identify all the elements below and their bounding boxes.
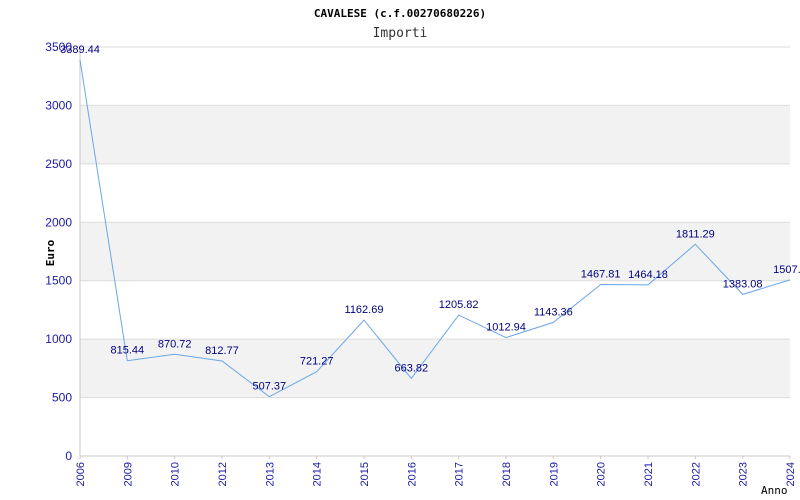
data-label: 1162.69 bbox=[345, 304, 384, 316]
x-tick-label: 2020 bbox=[596, 462, 608, 486]
data-label: 1143.36 bbox=[534, 306, 573, 318]
x-tick-label: 2024 bbox=[785, 462, 797, 486]
y-tick-label: 0 bbox=[65, 449, 72, 463]
x-tick-label: 2015 bbox=[359, 462, 371, 486]
y-tick-label: 1000 bbox=[45, 332, 72, 346]
x-tick-label: 2019 bbox=[548, 462, 560, 486]
y-axis-label: Euro bbox=[44, 239, 57, 266]
chart-title: CAVALESE (c.f.00270680226) bbox=[314, 7, 486, 20]
data-label: 1205.82 bbox=[439, 299, 479, 311]
grid-bands bbox=[80, 105, 790, 398]
x-tick-label: 2009 bbox=[122, 462, 134, 486]
data-label: 1464.18 bbox=[628, 269, 668, 281]
grid-band bbox=[80, 105, 790, 164]
x-tick-label: 2012 bbox=[217, 462, 229, 486]
x-tick-label: 2021 bbox=[643, 462, 655, 486]
data-label: 721.27 bbox=[300, 356, 334, 368]
x-axis-label: Anno bbox=[761, 484, 788, 497]
data-label: 507.37 bbox=[253, 381, 287, 393]
data-label: 663.82 bbox=[395, 362, 429, 374]
data-label: 812.77 bbox=[205, 345, 239, 357]
data-label: 1383.08 bbox=[723, 278, 763, 290]
data-label: 1811.29 bbox=[676, 228, 715, 240]
x-tick-label: 2006 bbox=[75, 462, 87, 486]
chart-subtitle: Importi bbox=[373, 26, 428, 41]
x-tick-label: 2014 bbox=[312, 462, 324, 486]
data-label: 1467.81 bbox=[581, 268, 621, 280]
y-tick-label: 1500 bbox=[45, 274, 72, 288]
x-tick-label: 2017 bbox=[454, 462, 466, 486]
x-tick-label: 2010 bbox=[170, 462, 182, 486]
data-label: 3389.44 bbox=[60, 44, 100, 56]
x-tick-label: 2022 bbox=[690, 462, 702, 486]
x-tick-labels: 2006 2009 2010 2012 2013 2014 2015 2016 2017 2018… bbox=[75, 456, 797, 486]
x-tick-label: 2013 bbox=[264, 462, 276, 486]
x-tick-label: 2016 bbox=[406, 462, 418, 486]
data-label: 1507.0 bbox=[773, 264, 800, 276]
line-chart: 0500100015002000250030003500 2006 2009 201… bbox=[44, 7, 800, 497]
data-label: 870.72 bbox=[158, 338, 192, 350]
y-tick-label: 2500 bbox=[45, 157, 72, 171]
y-tick-label: 3000 bbox=[45, 98, 72, 112]
x-tick-label: 2023 bbox=[738, 462, 750, 486]
y-tick-label: 500 bbox=[52, 391, 72, 405]
y-tick-label: 2000 bbox=[45, 215, 72, 229]
data-label: 1012.94 bbox=[486, 322, 526, 334]
data-label: 815.44 bbox=[111, 345, 145, 357]
x-tick-label: 2018 bbox=[501, 462, 513, 486]
chart-container: 0 500 1000 1500 2000 2500 3000 3500 2006 2009 201… bbox=[0, 0, 800, 500]
